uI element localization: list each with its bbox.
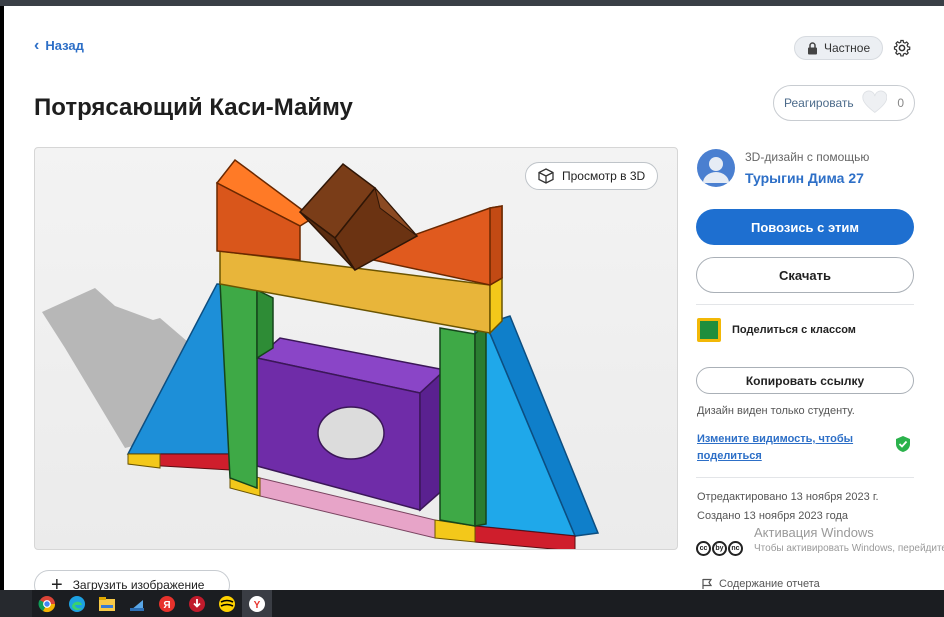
copy-link-button[interactable]: Копировать ссылку [696, 367, 914, 394]
model-render [42, 158, 600, 549]
report-label: Содержание отчета [719, 578, 820, 590]
svg-text:Я: Я [163, 600, 170, 611]
upload-image-button[interactable]: + Загрузить изображение [34, 570, 230, 590]
attribution-icon: by [712, 541, 727, 556]
yandex-browser-icon[interactable]: Y [242, 590, 272, 617]
file-explorer-icon[interactable] [92, 590, 122, 617]
activation-watermark-subtitle: Чтобы активировать Windows, перейдите [754, 543, 944, 554]
back-label: Назад [45, 38, 84, 53]
activation-watermark-title: Активация Windows [754, 525, 874, 540]
plus-icon: + [51, 574, 63, 590]
design-page: ‹ Назад Частное Потрясающий Каси-Майму Р… [4, 6, 944, 590]
user-icon [703, 157, 729, 183]
license-icons[interactable]: cc by nc [696, 541, 743, 556]
svg-text:Y: Y [254, 600, 261, 611]
download-icon[interactable] [182, 590, 212, 617]
author-subtitle: 3D-дизайн с помощью [745, 150, 870, 164]
chevron-left-icon: ‹ [34, 37, 40, 54]
shield-check-icon [896, 436, 910, 452]
tinker-this-button[interactable]: Повозись с этим [696, 209, 914, 245]
back-link[interactable]: ‹ Назад [34, 37, 84, 54]
avatar[interactable] [697, 149, 735, 187]
share-class-label[interactable]: Поделиться с классом [732, 324, 856, 336]
react-count: 0 [897, 96, 904, 110]
divider [696, 304, 914, 305]
yandex-icon[interactable]: Я [152, 590, 182, 617]
beeline-icon[interactable] [212, 590, 242, 617]
start-button[interactable] [0, 590, 32, 617]
created-date: Создано 13 ноября 2023 года [697, 510, 848, 522]
flag-icon [702, 578, 713, 589]
view-3d-label: Просмотр в 3D [562, 169, 646, 183]
edited-date: Отредактировано 13 ноября 2023 г. [697, 491, 879, 503]
lock-icon [808, 41, 817, 54]
divider [696, 477, 914, 478]
taskbar: Я Y [0, 590, 944, 617]
gear-icon[interactable] [893, 39, 911, 57]
react-label: Реагировать [784, 96, 854, 110]
author-name-link[interactable]: Турыгин Дима 27 [745, 170, 864, 186]
privacy-badge[interactable]: Частное [794, 36, 884, 60]
chrome-icon[interactable] [32, 590, 62, 617]
model-preview[interactable]: Просмотр в 3D [34, 147, 678, 550]
report-content-link[interactable]: Содержание отчета [701, 578, 820, 590]
store-icon[interactable] [122, 590, 152, 617]
react-button[interactable]: Реагировать 0 [773, 85, 915, 121]
google-classroom-icon[interactable] [697, 318, 721, 342]
cc-icon: cc [696, 541, 711, 556]
visibility-note: Дизайн виден только студенту. [697, 405, 855, 417]
privacy-label: Частное [824, 41, 871, 55]
cube-icon [538, 168, 554, 184]
upload-label: Загрузить изображение [72, 578, 205, 590]
page-title: Потрясающий Каси-Майму [34, 94, 353, 121]
noncommercial-icon: nc [728, 541, 743, 556]
download-button[interactable]: Скачать [696, 257, 914, 293]
heart-icon [862, 90, 887, 113]
view-3d-button[interactable]: Просмотр в 3D [525, 162, 659, 190]
change-visibility-link[interactable]: Измените видимость, чтобы поделиться [697, 431, 867, 465]
edge-icon[interactable] [62, 590, 92, 617]
